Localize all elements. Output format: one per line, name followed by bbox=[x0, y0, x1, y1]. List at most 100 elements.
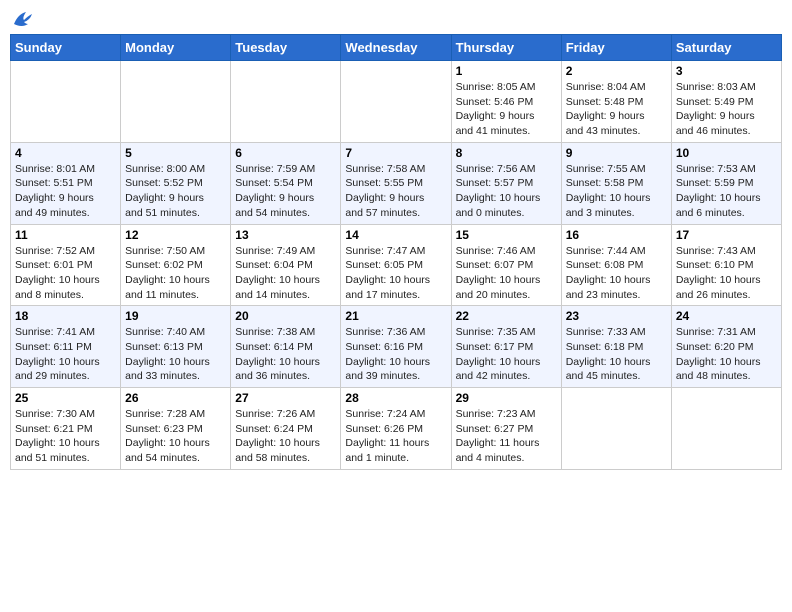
calendar-week-row: 18 Sunrise: 7:41 AMSunset: 6:11 PMDayligh… bbox=[11, 306, 782, 388]
day-number: 2 bbox=[566, 64, 667, 78]
calendar-cell: 28 Sunrise: 7:24 AMSunset: 6:26 PMDayligh… bbox=[341, 388, 451, 470]
calendar-cell: 24 Sunrise: 7:31 AMSunset: 6:20 PMDayligh… bbox=[671, 306, 781, 388]
day-info: Sunrise: 7:26 AMSunset: 6:24 PMDaylight:… bbox=[235, 407, 336, 466]
calendar-cell: 3 Sunrise: 8:03 AMSunset: 5:49 PMDaylight… bbox=[671, 61, 781, 143]
day-info: Sunrise: 7:28 AMSunset: 6:23 PMDaylight:… bbox=[125, 407, 226, 466]
calendar-cell: 11 Sunrise: 7:52 AMSunset: 6:01 PMDayligh… bbox=[11, 224, 121, 306]
day-number: 12 bbox=[125, 228, 226, 242]
calendar-cell bbox=[231, 61, 341, 143]
calendar-cell bbox=[121, 61, 231, 143]
day-info: Sunrise: 7:49 AMSunset: 6:04 PMDaylight:… bbox=[235, 244, 336, 303]
day-number: 20 bbox=[235, 309, 336, 323]
day-number: 29 bbox=[456, 391, 557, 405]
day-info: Sunrise: 7:36 AMSunset: 6:16 PMDaylight:… bbox=[345, 325, 446, 384]
day-number: 27 bbox=[235, 391, 336, 405]
calendar-cell bbox=[561, 388, 671, 470]
day-number: 17 bbox=[676, 228, 777, 242]
calendar-cell: 27 Sunrise: 7:26 AMSunset: 6:24 PMDayligh… bbox=[231, 388, 341, 470]
day-info: Sunrise: 7:23 AMSunset: 6:27 PMDaylight:… bbox=[456, 407, 557, 466]
calendar-cell: 5 Sunrise: 8:00 AMSunset: 5:52 PMDaylight… bbox=[121, 142, 231, 224]
day-info: Sunrise: 7:35 AMSunset: 6:17 PMDaylight:… bbox=[456, 325, 557, 384]
day-info: Sunrise: 7:58 AMSunset: 5:55 PMDaylight:… bbox=[345, 162, 446, 221]
day-info: Sunrise: 7:46 AMSunset: 6:07 PMDaylight:… bbox=[456, 244, 557, 303]
calendar-week-row: 4 Sunrise: 8:01 AMSunset: 5:51 PMDaylight… bbox=[11, 142, 782, 224]
calendar-week-row: 25 Sunrise: 7:30 AMSunset: 6:21 PMDayligh… bbox=[11, 388, 782, 470]
day-number: 15 bbox=[456, 228, 557, 242]
calendar-cell: 9 Sunrise: 7:55 AMSunset: 5:58 PMDaylight… bbox=[561, 142, 671, 224]
day-info: Sunrise: 8:04 AMSunset: 5:48 PMDaylight:… bbox=[566, 80, 667, 139]
calendar-cell: 4 Sunrise: 8:01 AMSunset: 5:51 PMDaylight… bbox=[11, 142, 121, 224]
day-number: 25 bbox=[15, 391, 116, 405]
calendar-cell: 1 Sunrise: 8:05 AMSunset: 5:46 PMDaylight… bbox=[451, 61, 561, 143]
day-info: Sunrise: 8:01 AMSunset: 5:51 PMDaylight:… bbox=[15, 162, 116, 221]
day-info: Sunrise: 7:53 AMSunset: 5:59 PMDaylight:… bbox=[676, 162, 777, 221]
calendar-week-row: 1 Sunrise: 8:05 AMSunset: 5:46 PMDaylight… bbox=[11, 61, 782, 143]
day-info: Sunrise: 7:38 AMSunset: 6:14 PMDaylight:… bbox=[235, 325, 336, 384]
col-header-saturday: Saturday bbox=[671, 35, 781, 61]
day-number: 24 bbox=[676, 309, 777, 323]
calendar-cell bbox=[671, 388, 781, 470]
col-header-wednesday: Wednesday bbox=[341, 35, 451, 61]
day-info: Sunrise: 7:52 AMSunset: 6:01 PMDaylight:… bbox=[15, 244, 116, 303]
day-info: Sunrise: 8:05 AMSunset: 5:46 PMDaylight:… bbox=[456, 80, 557, 139]
day-info: Sunrise: 7:56 AMSunset: 5:57 PMDaylight:… bbox=[456, 162, 557, 221]
day-number: 3 bbox=[676, 64, 777, 78]
day-number: 5 bbox=[125, 146, 226, 160]
page-header bbox=[10, 10, 782, 28]
day-info: Sunrise: 7:41 AMSunset: 6:11 PMDaylight:… bbox=[15, 325, 116, 384]
calendar-cell: 2 Sunrise: 8:04 AMSunset: 5:48 PMDaylight… bbox=[561, 61, 671, 143]
calendar-cell: 6 Sunrise: 7:59 AMSunset: 5:54 PMDaylight… bbox=[231, 142, 341, 224]
day-number: 1 bbox=[456, 64, 557, 78]
calendar-cell: 13 Sunrise: 7:49 AMSunset: 6:04 PMDayligh… bbox=[231, 224, 341, 306]
calendar-cell: 26Sunrise: 7:28 AMSunset: 6:23 PMDayligh… bbox=[121, 388, 231, 470]
calendar-cell: 20 Sunrise: 7:38 AMSunset: 6:14 PMDayligh… bbox=[231, 306, 341, 388]
day-info: Sunrise: 7:50 AMSunset: 6:02 PMDaylight:… bbox=[125, 244, 226, 303]
day-info: Sunrise: 7:47 AMSunset: 6:05 PMDaylight:… bbox=[345, 244, 446, 303]
calendar-table: SundayMondayTuesdayWednesdayThursdayFrid… bbox=[10, 34, 782, 470]
day-info: Sunrise: 8:00 AMSunset: 5:52 PMDaylight:… bbox=[125, 162, 226, 221]
col-header-monday: Monday bbox=[121, 35, 231, 61]
calendar-cell: 22 Sunrise: 7:35 AMSunset: 6:17 PMDayligh… bbox=[451, 306, 561, 388]
calendar-week-row: 11 Sunrise: 7:52 AMSunset: 6:01 PMDayligh… bbox=[11, 224, 782, 306]
calendar-cell: 23 Sunrise: 7:33 AMSunset: 6:18 PMDayligh… bbox=[561, 306, 671, 388]
day-info: Sunrise: 7:30 AMSunset: 6:21 PMDaylight:… bbox=[15, 407, 116, 466]
day-info: Sunrise: 7:43 AMSunset: 6:10 PMDaylight:… bbox=[676, 244, 777, 303]
col-header-tuesday: Tuesday bbox=[231, 35, 341, 61]
day-number: 28 bbox=[345, 391, 446, 405]
day-number: 16 bbox=[566, 228, 667, 242]
calendar-cell: 29 Sunrise: 7:23 AMSunset: 6:27 PMDayligh… bbox=[451, 388, 561, 470]
logo-bird-icon bbox=[12, 10, 34, 28]
calendar-cell: 16Sunrise: 7:44 AMSunset: 6:08 PMDayligh… bbox=[561, 224, 671, 306]
day-number: 21 bbox=[345, 309, 446, 323]
calendar-cell bbox=[341, 61, 451, 143]
day-number: 18 bbox=[15, 309, 116, 323]
day-info: Sunrise: 7:31 AMSunset: 6:20 PMDaylight:… bbox=[676, 325, 777, 384]
day-number: 4 bbox=[15, 146, 116, 160]
day-info: Sunrise: 7:59 AMSunset: 5:54 PMDaylight:… bbox=[235, 162, 336, 221]
day-number: 9 bbox=[566, 146, 667, 160]
day-info: Sunrise: 7:24 AMSunset: 6:26 PMDaylight:… bbox=[345, 407, 446, 466]
day-number: 10 bbox=[676, 146, 777, 160]
day-number: 22 bbox=[456, 309, 557, 323]
calendar-cell: 15 Sunrise: 7:46 AMSunset: 6:07 PMDayligh… bbox=[451, 224, 561, 306]
day-number: 6 bbox=[235, 146, 336, 160]
calendar-cell: 14 Sunrise: 7:47 AMSunset: 6:05 PMDayligh… bbox=[341, 224, 451, 306]
day-info: Sunrise: 8:03 AMSunset: 5:49 PMDaylight:… bbox=[676, 80, 777, 139]
day-number: 14 bbox=[345, 228, 446, 242]
calendar-header-row: SundayMondayTuesdayWednesdayThursdayFrid… bbox=[11, 35, 782, 61]
day-number: 11 bbox=[15, 228, 116, 242]
day-info: Sunrise: 7:33 AMSunset: 6:18 PMDaylight:… bbox=[566, 325, 667, 384]
logo-name bbox=[10, 10, 34, 28]
logo-container bbox=[10, 10, 34, 28]
day-number: 23 bbox=[566, 309, 667, 323]
calendar-cell: 18 Sunrise: 7:41 AMSunset: 6:11 PMDayligh… bbox=[11, 306, 121, 388]
day-number: 13 bbox=[235, 228, 336, 242]
calendar-cell: 7Sunrise: 7:58 AMSunset: 5:55 PMDaylight… bbox=[341, 142, 451, 224]
col-header-thursday: Thursday bbox=[451, 35, 561, 61]
col-header-friday: Friday bbox=[561, 35, 671, 61]
calendar-cell: 12 Sunrise: 7:50 AMSunset: 6:02 PMDayligh… bbox=[121, 224, 231, 306]
calendar-cell: 10 Sunrise: 7:53 AMSunset: 5:59 PMDayligh… bbox=[671, 142, 781, 224]
calendar-cell: 19Sunrise: 7:40 AMSunset: 6:13 PMDayligh… bbox=[121, 306, 231, 388]
calendar-cell: 25 Sunrise: 7:30 AMSunset: 6:21 PMDayligh… bbox=[11, 388, 121, 470]
day-info: Sunrise: 7:55 AMSunset: 5:58 PMDaylight:… bbox=[566, 162, 667, 221]
